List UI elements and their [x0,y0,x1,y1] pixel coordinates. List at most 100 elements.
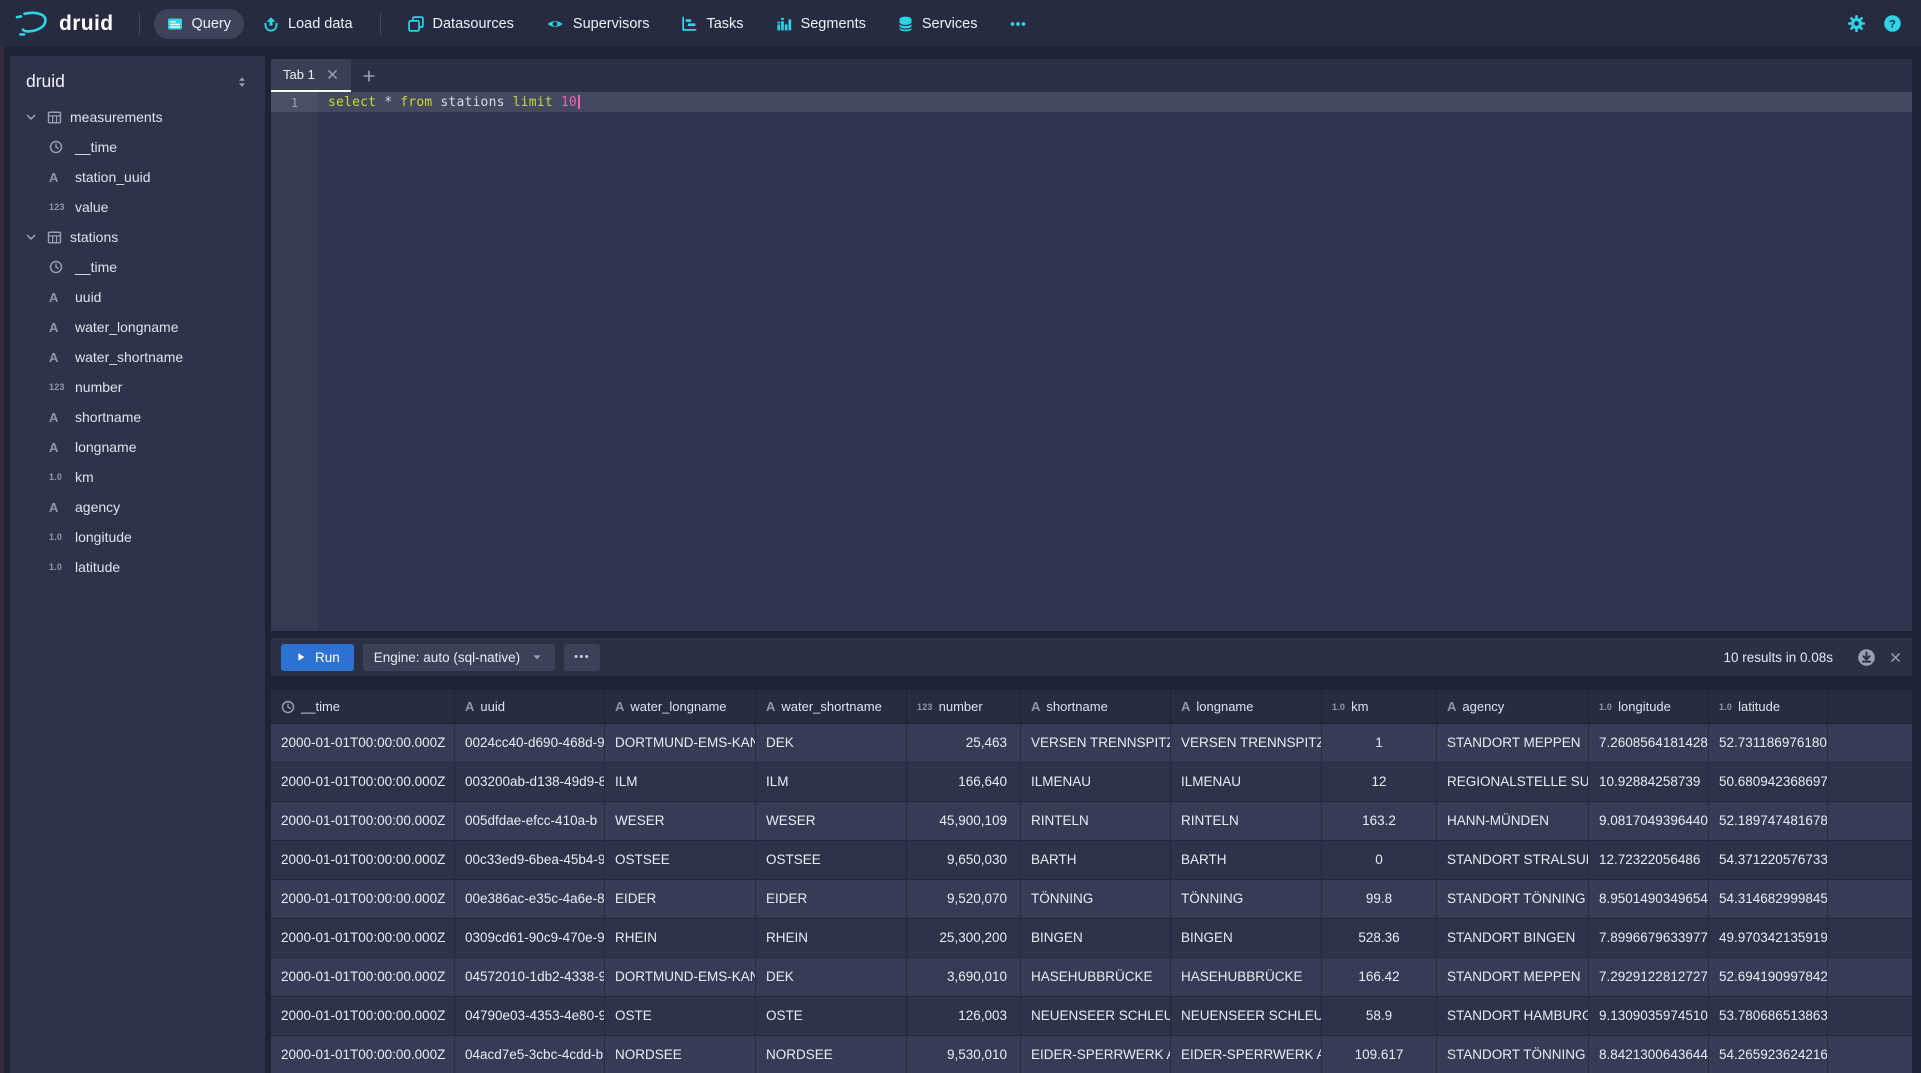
cell-__time[interactable]: 2000-01-01T00:00:00.000Z [271,1036,455,1073]
sidebar-column-value[interactable]: 123value [10,192,265,222]
double-caret-vertical-icon[interactable] [235,75,249,89]
cell-water_longname[interactable]: EIDER [605,880,756,918]
help-icon[interactable]: ? [1883,14,1902,33]
cell-uuid[interactable]: 0024cc40-d690-468d-9 [455,724,605,762]
sidebar-column-km[interactable]: 1.0km [10,462,265,492]
cell-km[interactable]: 99.8 [1322,880,1437,918]
cell-agency[interactable]: REGIONALSTELLE SUHL [1437,763,1589,801]
gear-icon[interactable] [1847,14,1866,33]
cell-latitude[interactable]: 54.371220576733 [1709,841,1828,879]
cell-__time[interactable]: 2000-01-01T00:00:00.000Z [271,880,455,918]
cell-latitude[interactable]: 49.970342135919 [1709,919,1828,957]
cell-__time[interactable]: 2000-01-01T00:00:00.000Z [271,763,455,801]
cell-longitude[interactable]: 8.9501490349654 [1589,880,1709,918]
cell-number[interactable]: 9,520,070 [907,880,1021,918]
cell-number[interactable]: 126,003 [907,997,1021,1035]
cell-water_longname[interactable]: WESER [605,802,756,840]
nav-item-datasources[interactable]: Datasources [395,9,527,39]
cell-water_shortname[interactable]: DEK [756,958,907,996]
cell-longname[interactable]: VERSEN TRENNSPITZE [1171,724,1322,762]
cell-latitude[interactable]: 54.265923624216 [1709,1036,1828,1073]
cell-agency[interactable]: STANDORT STRALSUND [1437,841,1589,879]
cell-number[interactable]: 9,530,010 [907,1036,1021,1073]
cell-shortname[interactable]: TÖNNING [1021,880,1171,918]
cell-__time[interactable]: 2000-01-01T00:00:00.000Z [271,841,455,879]
cell-shortname[interactable]: ILMENAU [1021,763,1171,801]
sidebar-table-stations[interactable]: stations [10,222,265,252]
cell-shortname[interactable]: EIDER-SPERRWERK AP [1021,1036,1171,1073]
cell-km[interactable]: 1 [1322,724,1437,762]
nav-item-services[interactable]: Services [885,9,991,39]
cell-number[interactable]: 9,650,030 [907,841,1021,879]
cell-water_longname[interactable]: OSTE [605,997,756,1035]
column-header-longitude[interactable]: 1.0longitude [1589,690,1709,723]
cell-water_longname[interactable]: DORTMUND-EMS-KANAL [605,958,756,996]
cell-km[interactable]: 163.2 [1322,802,1437,840]
cell-latitude[interactable]: 53.780686513863 [1709,997,1828,1035]
cell-water_shortname[interactable]: OSTE [756,997,907,1035]
cell-longitude[interactable]: 10.92884258739 [1589,763,1709,801]
cell-longitude[interactable]: 9.1309035974510 [1589,997,1709,1035]
cell-longname[interactable]: HASEHUBBRÜCKE [1171,958,1322,996]
cell-number[interactable]: 166,640 [907,763,1021,801]
cell-uuid[interactable]: 0309cd61-90c9-470e-9 [455,919,605,957]
column-header-number[interactable]: 123number [907,690,1021,723]
cell-shortname[interactable]: RINTELN [1021,802,1171,840]
sidebar-column-__time[interactable]: __time [10,132,265,162]
nav-item-supervisors[interactable]: Supervisors [533,9,663,39]
cell-shortname[interactable]: NEUENSEER SCHLEUSE [1021,997,1171,1035]
cell-longname[interactable]: TÖNNING [1171,880,1322,918]
engine-select[interactable]: Engine: auto (sql-native) [363,644,555,671]
cell-longname[interactable]: EIDER-SPERRWERK AP [1171,1036,1322,1073]
nav-item-load-data[interactable]: Load data [250,9,366,39]
cell-longname[interactable]: RINTELN [1171,802,1322,840]
sidebar-column-longitude[interactable]: 1.0longitude [10,522,265,552]
cell-shortname[interactable]: HASEHUBBRÜCKE [1021,958,1171,996]
cell-water_shortname[interactable]: RHEIN [756,919,907,957]
cell-latitude[interactable]: 52.731186976180 [1709,724,1828,762]
nav-item-segments[interactable]: Segments [763,9,879,39]
close-results-icon[interactable] [1889,651,1902,664]
column-header-agency[interactable]: Aagency [1437,690,1589,723]
column-header-uuid[interactable]: Auuid [455,690,605,723]
cell-uuid[interactable]: 003200ab-d138-49d9-8 [455,763,605,801]
sidebar-column-number[interactable]: 123number [10,372,265,402]
cell-uuid[interactable]: 00c33ed9-6bea-45b4-9 [455,841,605,879]
druid-logo[interactable]: druid [14,10,114,37]
cell-agency[interactable]: STANDORT HAMBURG [1437,997,1589,1035]
query-more-button[interactable]: ••• [564,644,600,671]
cell-shortname[interactable]: BARTH [1021,841,1171,879]
cell-km[interactable]: 58.9 [1322,997,1437,1035]
cell-longitude[interactable]: 7.2608564181428 [1589,724,1709,762]
cell-longitude[interactable]: 7.2929122812727 [1589,958,1709,996]
cell-__time[interactable]: 2000-01-01T00:00:00.000Z [271,724,455,762]
cell-number[interactable]: 25,463 [907,724,1021,762]
cell-longname[interactable]: BINGEN [1171,919,1322,957]
cell-agency[interactable]: STANDORT BINGEN [1437,919,1589,957]
sidebar-table-measurements[interactable]: measurements [10,102,265,132]
cell-water_longname[interactable]: DORTMUND-EMS-KANAL [605,724,756,762]
sidebar-column-longname[interactable]: Alongname [10,432,265,462]
column-header-__time[interactable]: __time [271,690,455,723]
cell-latitude[interactable]: 52.189747481678 [1709,802,1828,840]
run-button[interactable]: Run [281,644,354,671]
cell-agency[interactable]: HANN-MÜNDEN [1437,802,1589,840]
cell-km[interactable]: 0 [1322,841,1437,879]
cell-km[interactable]: 12 [1322,763,1437,801]
cell-latitude[interactable]: 52.694190997842 [1709,958,1828,996]
cell-uuid[interactable]: 04572010-1db2-4338-9 [455,958,605,996]
column-header-shortname[interactable]: Ashortname [1021,690,1171,723]
column-header-water_shortname[interactable]: Awater_shortname [756,690,907,723]
cell-water_shortname[interactable]: DEK [756,724,907,762]
cell-longitude[interactable]: 9.0817049396440 [1589,802,1709,840]
close-tab-icon[interactable] [326,68,339,81]
sidebar-column-agency[interactable]: Aagency [10,492,265,522]
nav-item-tasks[interactable]: Tasks [668,9,756,39]
cell-longitude[interactable]: 12.72322056486 [1589,841,1709,879]
cell-water_longname[interactable]: OSTSEE [605,841,756,879]
sql-editor[interactable]: 1 select * from stations limit 10 [271,92,1912,631]
sidebar-column-__time[interactable]: __time [10,252,265,282]
sidebar-column-uuid[interactable]: Auuid [10,282,265,312]
add-tab-button[interactable] [351,59,387,92]
cell-water_shortname[interactable]: WESER [756,802,907,840]
